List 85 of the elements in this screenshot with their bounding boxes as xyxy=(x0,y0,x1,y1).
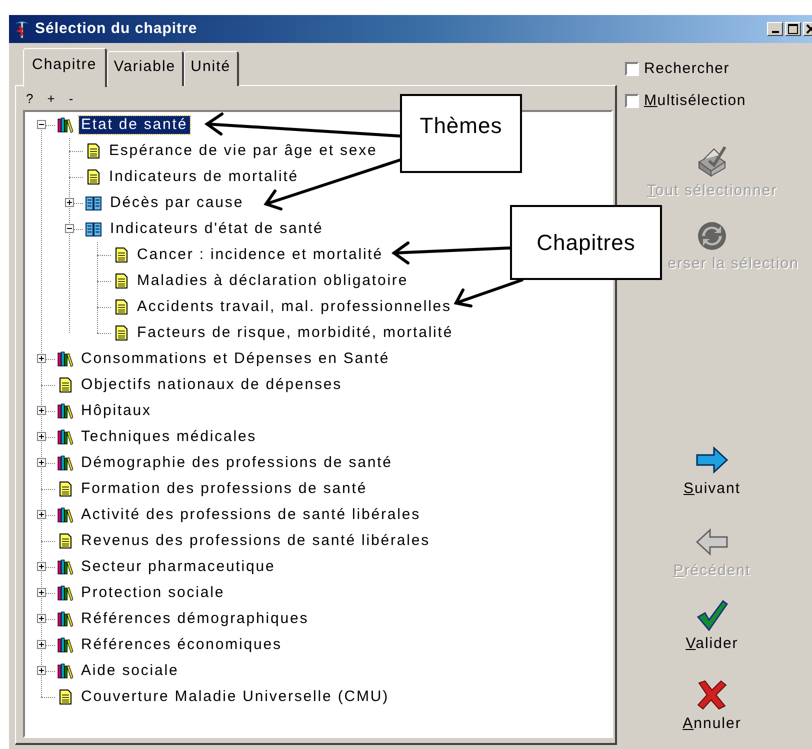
expander-icon[interactable] xyxy=(37,510,46,519)
tree-item[interactable]: Références économiques xyxy=(79,636,284,654)
toolbar-button[interactable]: + xyxy=(47,92,55,104)
tree-item[interactable]: Revenus des professions de santé libérales xyxy=(79,532,432,550)
checkbox-label[interactable]: Multisélection xyxy=(644,91,746,111)
tree-item[interactable]: Techniques médicales xyxy=(79,428,259,446)
minimize-button[interactable] xyxy=(767,22,783,36)
checkmark-icon xyxy=(695,599,729,631)
expander-icon[interactable] xyxy=(37,614,46,623)
books-icon xyxy=(57,455,73,471)
left-arrow-icon xyxy=(695,526,729,558)
tree-item[interactable]: Couverture Maladie Universelle (CMU) xyxy=(79,688,391,706)
circular-arrows-icon xyxy=(697,221,727,251)
tree-item[interactable]: Décès par cause xyxy=(108,194,246,212)
book-icon xyxy=(85,195,102,211)
callout-arrow xyxy=(454,278,524,308)
tree-item[interactable]: Indicateurs d'état de santé xyxy=(108,220,326,238)
tree-item[interactable]: Formation des professions de santé xyxy=(79,480,370,498)
right-arrow-icon xyxy=(695,444,729,476)
cross-icon xyxy=(695,679,729,711)
document-icon xyxy=(113,299,129,315)
document-icon xyxy=(57,689,73,705)
tab[interactable]: Unité xyxy=(184,51,239,86)
tree-item[interactable]: Etat de santé xyxy=(79,116,190,134)
tree-item[interactable]: Indicateurs de mortalité xyxy=(107,168,301,186)
next-button[interactable]: Suivant xyxy=(683,480,741,498)
document-icon xyxy=(57,533,73,549)
window-title: Sélection du chapitre xyxy=(35,18,198,39)
books-icon xyxy=(57,351,73,367)
expander-icon[interactable] xyxy=(37,666,46,675)
books-icon xyxy=(57,403,73,419)
expander-icon[interactable] xyxy=(65,198,74,207)
checkbox-label[interactable]: Rechercher xyxy=(644,59,730,79)
tree-item[interactable]: Cancer : incidence et mortalité xyxy=(135,246,385,264)
document-icon xyxy=(85,143,101,159)
books-icon xyxy=(57,117,73,133)
document-icon xyxy=(113,273,129,289)
minimize-icon xyxy=(772,31,778,33)
expander-icon[interactable] xyxy=(37,562,46,571)
expander-icon[interactable] xyxy=(37,640,46,649)
toolbar-button[interactable]: - xyxy=(68,92,74,104)
expander-icon[interactable] xyxy=(37,588,46,597)
books-icon xyxy=(57,585,73,601)
tree-item[interactable]: Hôpitaux xyxy=(79,402,154,420)
document-icon xyxy=(113,325,129,341)
tab[interactable]: Variable xyxy=(106,51,184,86)
tab[interactable]: Chapitre xyxy=(23,48,107,87)
maximize-button[interactable] xyxy=(785,22,801,36)
tree-item[interactable]: Facteurs de risque, morbidité, mortalité xyxy=(135,324,456,342)
books-icon xyxy=(57,507,73,523)
checkbox[interactable] xyxy=(625,62,639,76)
tree-item[interactable]: Maladies à déclaration obligatoire xyxy=(135,272,410,290)
document-icon xyxy=(85,169,101,185)
expander-icon[interactable] xyxy=(37,406,46,415)
expander-icon[interactable] xyxy=(37,354,46,363)
callout-label: Thèmes xyxy=(400,94,522,173)
expander-icon[interactable] xyxy=(37,120,46,129)
document-icon xyxy=(57,377,73,393)
tree-item[interactable]: Consommations et Dépenses en Santé xyxy=(79,350,392,368)
tree-item[interactable]: Aide sociale xyxy=(79,662,181,680)
books-icon xyxy=(57,559,73,575)
tree-item[interactable]: Activité des professions de santé libérales xyxy=(79,506,423,524)
toolbar-button[interactable]: ? xyxy=(26,92,34,104)
document-icon xyxy=(113,247,129,263)
validate-button[interactable]: Valider xyxy=(686,635,738,653)
checkbox[interactable] xyxy=(625,94,639,108)
books-icon xyxy=(57,429,73,445)
expander-icon[interactable] xyxy=(37,432,46,441)
maximize-icon xyxy=(788,24,798,34)
expander-icon[interactable] xyxy=(65,224,74,233)
tree-item[interactable]: Protection sociale xyxy=(79,584,227,602)
tree-item[interactable]: Objectifs nationaux de dépenses xyxy=(79,376,344,394)
tree-item[interactable]: Accidents travail, mal. professionnelles xyxy=(135,298,454,316)
expander-icon[interactable] xyxy=(37,458,46,467)
callout-label: Chapitres xyxy=(510,205,662,280)
book-icon xyxy=(85,221,102,237)
tree-item[interactable]: Espérance de vie par âge et sexe xyxy=(107,142,380,160)
books-icon xyxy=(57,663,73,679)
cancel-button[interactable]: Annuler xyxy=(682,715,742,733)
tree-item[interactable]: Démographie des professions de santé xyxy=(79,454,394,472)
books-icon xyxy=(57,637,73,653)
tree-item[interactable]: Références démographiques xyxy=(79,610,311,628)
document-icon xyxy=(57,481,73,497)
books-icon xyxy=(57,611,73,627)
tree-item[interactable]: Secteur pharmaceutique xyxy=(79,558,278,576)
